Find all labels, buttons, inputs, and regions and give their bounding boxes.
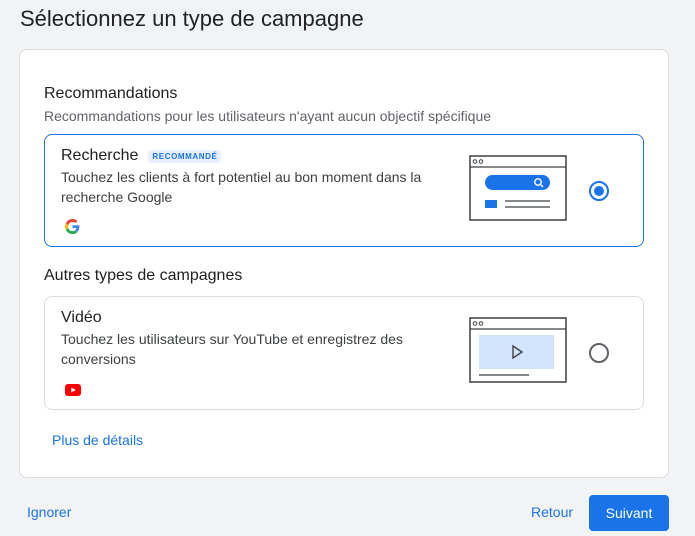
campaign-option-search[interactable]: Recherche RECOMMANDÉ Touchez les clients…: [44, 134, 644, 247]
page-title: Sélectionnez un type de campagne: [20, 6, 364, 31]
video-option-header: Vidéo: [61, 309, 102, 327]
campaign-option-video[interactable]: Vidéo Touchez les utilisateurs sur YouTu…: [44, 296, 644, 410]
google-g-logo-icon: [65, 219, 80, 239]
back-button[interactable]: Retour: [531, 504, 573, 520]
next-button[interactable]: Suivant: [589, 495, 669, 531]
more-details-link[interactable]: Plus de détails: [52, 432, 143, 448]
recommendations-heading: Recommandations: [44, 85, 178, 102]
other-campaigns-heading: Autres types de campagnes: [44, 267, 243, 284]
search-option-radio[interactable]: [589, 181, 609, 201]
search-option-title: Recherche: [61, 147, 139, 164]
video-option-radio[interactable]: [589, 343, 609, 363]
search-illustration: [469, 155, 567, 226]
youtube-logo-icon: [65, 383, 81, 401]
video-option-description: Touchez les utilisateurs sur YouTube et …: [61, 331, 403, 367]
search-option-description: Touchez les clients à fort potentiel au …: [61, 169, 422, 205]
recommendations-subtitle: Recommandations pour les utilisateurs n'…: [44, 108, 492, 124]
search-option-header: Recherche RECOMMANDÉ: [61, 147, 222, 165]
video-illustration: [469, 317, 567, 388]
recommended-badge: RECOMMANDÉ: [148, 149, 222, 163]
video-option-title: Vidéo: [61, 309, 102, 326]
campaign-type-card: Recommandations Recommandations pour les…: [19, 49, 669, 478]
skip-button[interactable]: Ignorer: [27, 504, 71, 520]
